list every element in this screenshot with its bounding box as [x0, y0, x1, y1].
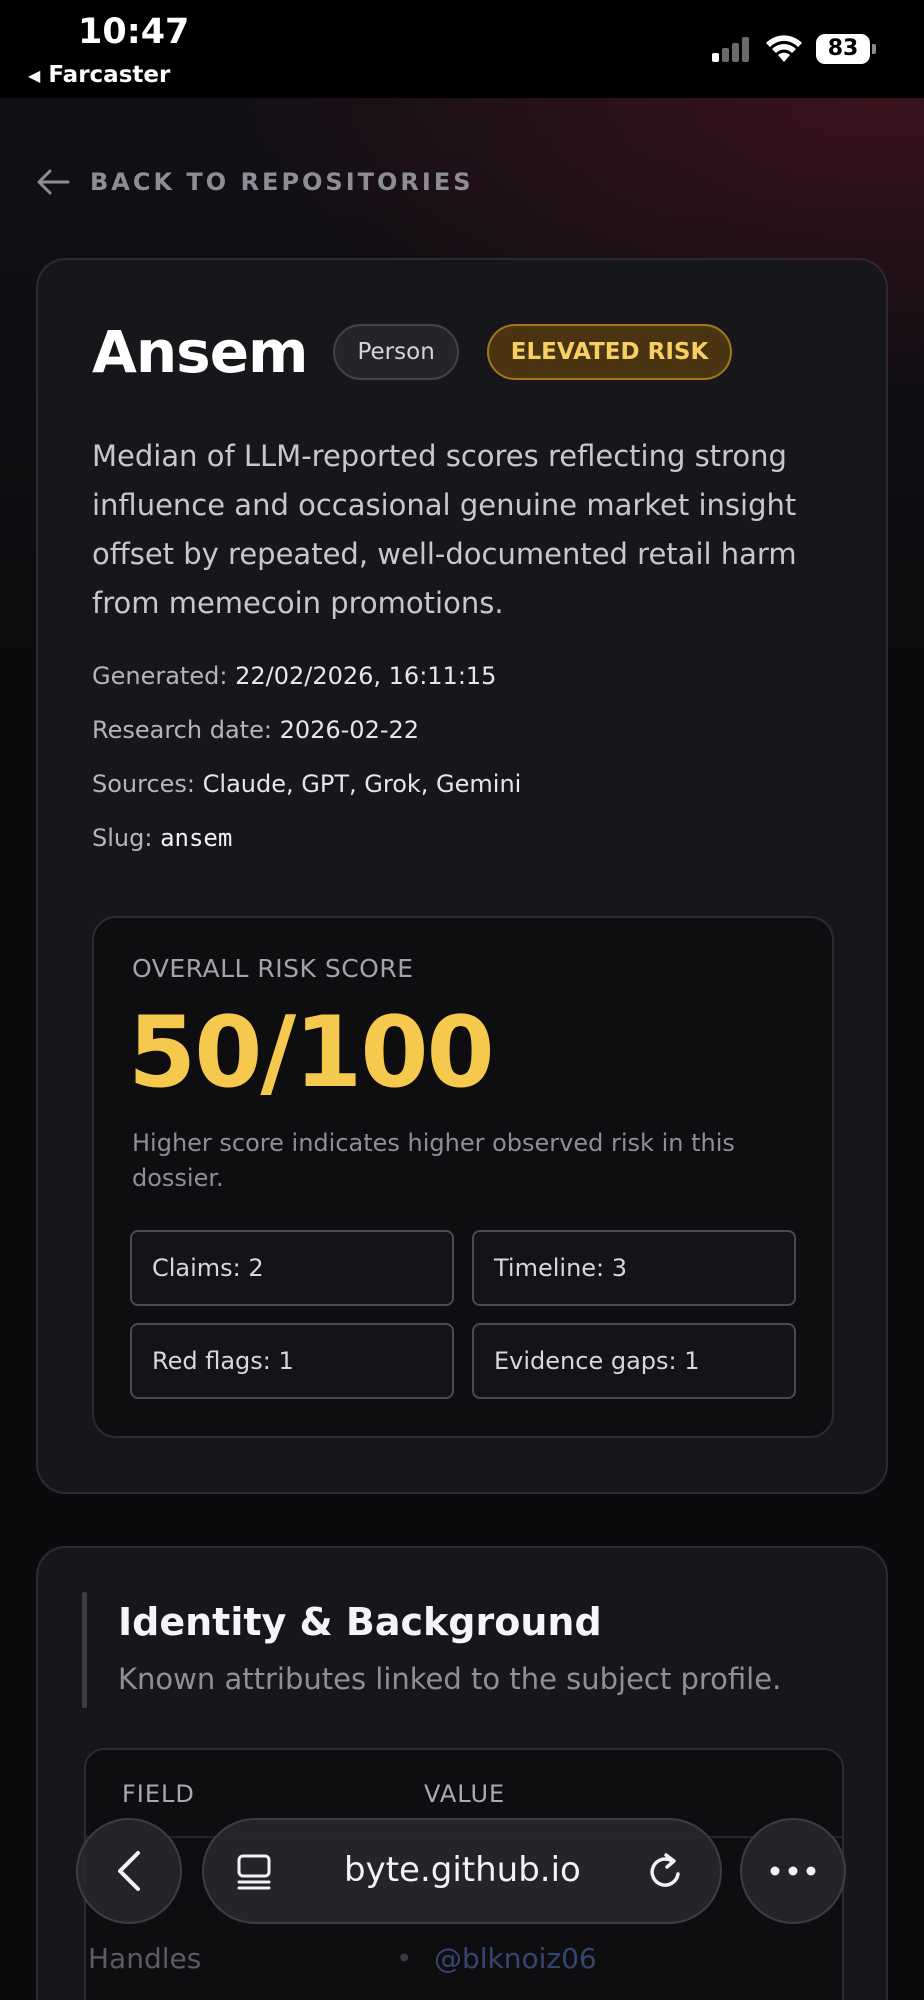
section-title: Identity & Background	[118, 1600, 602, 1644]
back-to-repositories-link[interactable]: BACK TO REPOSITORIES	[36, 168, 474, 196]
stat-evidence-gaps: Evidence gaps: 1	[472, 1323, 796, 1399]
address-bar[interactable]: byte.github.io	[202, 1818, 722, 1924]
column-header-value: VALUE	[424, 1780, 506, 1808]
reload-icon[interactable]	[644, 1850, 688, 1894]
tab-overview-icon[interactable]	[234, 1852, 274, 1892]
meta-research-value: 2026-02-22	[279, 716, 420, 744]
identity-background-card: Identity & Background Known attributes l…	[36, 1546, 888, 2000]
meta-generated: Generated: 22/02/2026, 16:11:15	[92, 662, 496, 690]
arrow-left-icon	[37, 169, 70, 195]
more-options-button[interactable]	[740, 1818, 846, 1924]
stat-timeline: Timeline: 3	[472, 1230, 796, 1306]
subject-summary: Median of LLM-reported scores reflecting…	[92, 439, 797, 620]
meta-sources-value: Claude, GPT, Grok, Gemini	[202, 770, 522, 798]
cellular-signal-icon	[712, 36, 752, 62]
risk-score-label: OVERALL RISK SCORE	[132, 954, 414, 983]
meta-generated-label: Generated:	[92, 662, 228, 690]
type-badge: Person	[333, 324, 459, 380]
chevron-left-icon	[118, 1851, 140, 1891]
stat-red-flags: Red flags: 1	[130, 1323, 454, 1399]
bullet-icon: •	[396, 1942, 413, 1975]
status-clock: 10:47	[78, 12, 190, 52]
column-header-field: FIELD	[122, 1780, 195, 1808]
section-accent-bar	[82, 1592, 87, 1708]
meta-slug-label: Slug:	[92, 824, 153, 852]
wifi-icon	[766, 35, 802, 62]
subject-summary-card: Ansem Person ELEVATED RISK Median of LLM…	[36, 258, 888, 1494]
url-text: byte.github.io	[344, 1850, 581, 1890]
meta-sources-label: Sources:	[92, 770, 196, 798]
back-app-label: Farcaster	[48, 62, 171, 88]
back-triangle-icon: ◀	[28, 65, 41, 85]
risk-score-value: 50/100	[128, 996, 495, 1110]
status-bar: 10:47 ◀ Farcaster 83	[0, 0, 924, 98]
title-row: Ansem Person ELEVATED RISK	[92, 318, 733, 386]
risk-score-panel: OVERALL RISK SCORE 50/100 Higher score i…	[92, 916, 834, 1438]
battery-icon: 83	[816, 34, 876, 64]
meta-research-label: Research date:	[92, 716, 272, 744]
stat-claims: Claims: 2	[130, 1230, 454, 1306]
table-row-value-link[interactable]: @blknoiz06	[434, 1942, 597, 1975]
ellipsis-icon	[770, 1866, 816, 1876]
meta-slug-value: ansem	[160, 824, 233, 852]
section-subtitle: Known attributes linked to the subject p…	[118, 1662, 782, 1696]
meta-slug: Slug: ansem	[92, 824, 232, 852]
meta-sources: Sources: Claude, GPT, Grok, Gemini	[92, 770, 521, 798]
risk-level-badge: ELEVATED RISK	[486, 324, 733, 380]
subject-name: Ansem	[92, 318, 308, 386]
back-to-app-button[interactable]: ◀ Farcaster	[28, 62, 170, 88]
table-row-field: Handles	[88, 1942, 202, 1975]
meta-research-date: Research date: 2026-02-22	[92, 716, 419, 744]
risk-score-note: Higher score indicates higher observed r…	[132, 1129, 735, 1192]
meta-generated-value: 22/02/2026, 16:11:15	[235, 662, 497, 690]
back-link-label: BACK TO REPOSITORIES	[90, 168, 474, 196]
browser-back-button[interactable]	[76, 1818, 182, 1924]
